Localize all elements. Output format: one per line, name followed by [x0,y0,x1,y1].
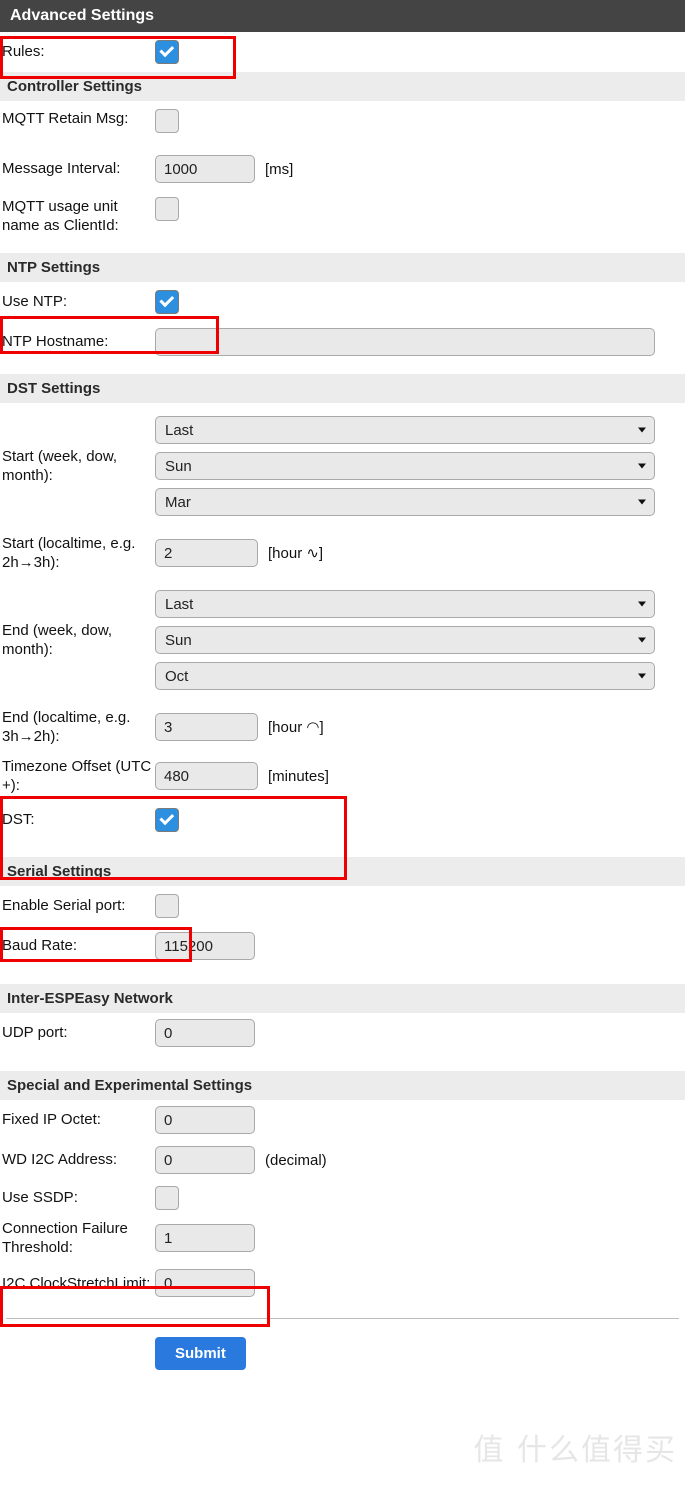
section-controller-settings: Controller Settings [0,72,685,101]
row-baud-rate: Baud Rate: [0,926,685,966]
section-ntp-settings: NTP Settings [0,253,685,282]
dst-end-dow-value: Sun [155,626,655,654]
mqtt-clientid-checkbox[interactable] [155,197,179,221]
enable-serial-label: Enable Serial port: [2,897,126,915]
wd-i2c-address-input[interactable] [155,1146,255,1174]
row-dst-start-localtime: Start (localtime, e.g. 2h→3h): [hour ∿] [0,529,685,577]
dst-start-wdm-label: Start (week, dow, month): [2,447,118,484]
ntp-hostname-label: NTP Hostname: [2,333,109,351]
dst-start-dow-select[interactable]: Sun [155,452,655,480]
ntp-hostname-input[interactable] [155,328,655,356]
page-title: Advanced Settings [0,0,685,32]
dst-end-week-value: Last [155,590,655,618]
connection-failure-threshold-input[interactable] [155,1224,255,1253]
connection-failure-threshold-label: Connection Failure Threshold: [2,1220,128,1257]
dst-start-localtime-label: Start (localtime, e.g. 2h→3h): [2,534,136,571]
dst-end-localtime-label: End (localtime, e.g. 3h→2h): [2,708,131,745]
mqtt-retain-checkbox[interactable] [155,109,179,133]
chevron-down-icon [638,637,646,643]
submit-button[interactable]: Submit [155,1337,246,1371]
row-use-ssdp: Use SSDP: [0,1180,685,1216]
baud-rate-label: Baud Rate: [2,937,78,955]
message-interval-unit: [ms] [265,160,294,178]
section-serial-settings: Serial Settings [0,857,685,886]
row-mqtt-clientid: MQTT usage unit name as ClientId: [0,189,685,241]
row-dst-toggle: DST: [0,801,685,839]
dst-end-week-select[interactable]: Last [155,590,655,618]
chevron-down-icon [638,463,646,469]
i2c-clockstretchlimit-label: I2C ClockStretchLimit: [2,1274,151,1292]
row-connection-failure-threshold: Connection Failure Threshold: [0,1216,685,1260]
row-message-interval: Message Interval: [ms] [0,149,685,189]
row-wd-i2c-address: WD I2C Address: (decimal) [0,1140,685,1180]
row-i2c-clockstretchlimit: I2C ClockStretchLimit: [0,1260,685,1306]
enable-serial-checkbox[interactable] [155,894,179,918]
chevron-down-icon [638,499,646,505]
udp-port-label: UDP port: [2,1024,68,1042]
row-enable-serial: Enable Serial port: [0,886,685,926]
section-special-experimental-settings: Special and Experimental Settings [0,1071,685,1100]
row-dst-end-wdm: End (week, dow, month): Last Sun Oct [0,577,685,703]
chevron-down-icon [638,673,646,679]
mqtt-retain-label: MQTT Retain Msg: [2,110,129,127]
timezone-offset-label: Timezone Offset (UTC +): [2,757,152,794]
section-dst-settings: DST Settings [0,374,685,403]
use-ntp-checkbox[interactable] [155,290,179,314]
baud-rate-input[interactable] [155,932,255,960]
dst-start-week-value: Last [155,416,655,444]
dst-toggle-label: DST: [2,811,35,829]
dst-toggle-checkbox[interactable] [155,808,179,832]
dst-end-localtime-unit: [hour ◠] [268,719,324,736]
use-ntp-label: Use NTP: [2,293,68,311]
row-dst-start-wdm: Start (week, dow, month): Last Sun Mar [0,403,685,529]
dst-start-month-select[interactable]: Mar [155,488,655,516]
fixed-ip-octet-input[interactable] [155,1106,255,1134]
rules-label: Rules: [2,43,45,61]
dst-start-week-select[interactable]: Last [155,416,655,444]
dst-start-month-value: Mar [155,488,655,516]
chevron-down-icon [638,601,646,607]
dst-start-localtime-input[interactable] [155,539,258,567]
fixed-ip-octet-label: Fixed IP Octet: [2,1111,101,1129]
mqtt-clientid-label: MQTT usage unit name as ClientId: [2,198,119,235]
dst-end-month-value: Oct [155,662,655,690]
use-ssdp-checkbox[interactable] [155,1186,179,1210]
watermark: 值 什么值得买 [473,1433,677,1468]
row-dst-end-localtime: End (localtime, e.g. 3h→2h): [hour ◠] [0,703,685,751]
dst-end-wdm-label: End (week, dow, month): [2,621,113,658]
wd-i2c-address-label: WD I2C Address: [2,1151,118,1169]
wd-i2c-address-unit: (decimal) [265,1151,327,1169]
row-udp-port: UDP port: [0,1013,685,1053]
timezone-offset-unit: [minutes] [268,767,329,785]
row-fixed-ip-octet: Fixed IP Octet: [0,1100,685,1140]
row-use-ntp: Use NTP: [0,282,685,322]
i2c-clockstretchlimit-input[interactable] [155,1269,255,1298]
udp-port-input[interactable] [155,1019,255,1047]
message-interval-label: Message Interval: [2,160,121,178]
dst-end-month-select[interactable]: Oct [155,662,655,690]
use-ssdp-label: Use SSDP: [2,1189,78,1207]
row-ntp-hostname: NTP Hostname: [0,322,685,362]
timezone-offset-input[interactable] [155,762,258,790]
dst-end-dow-select[interactable]: Sun [155,626,655,654]
row-mqtt-retain: MQTT Retain Msg: [0,101,685,149]
row-timezone-offset: Timezone Offset (UTC +): [minutes] [0,751,685,801]
chevron-down-icon [638,427,646,433]
section-inter-espeasy-network: Inter-ESPEasy Network [0,984,685,1013]
message-interval-input[interactable] [155,155,255,183]
dst-start-localtime-unit: [hour ∿] [268,545,324,562]
rules-checkbox[interactable] [155,40,179,64]
row-rules: Rules: [0,32,685,72]
dst-start-dow-value: Sun [155,452,655,480]
dst-end-localtime-input[interactable] [155,713,258,741]
